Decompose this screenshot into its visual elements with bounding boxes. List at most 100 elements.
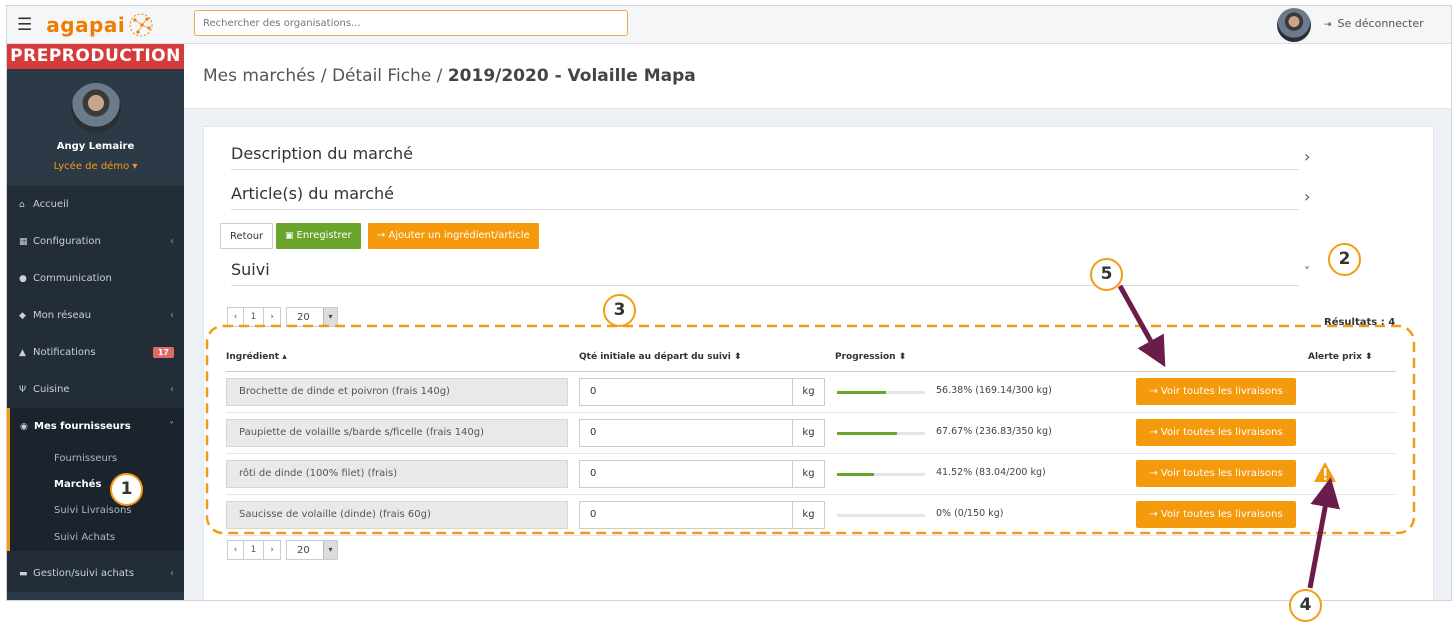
column-header-ingredient[interactable]: Ingrédient ▴ [226,352,287,362]
progress-bar-fill [837,391,887,394]
section-description-header[interactable]: Description du marché [231,144,1299,170]
users-icon: ◆ [19,310,26,321]
logo[interactable]: agapai [46,13,125,37]
save-button-label: Enregistrer [296,230,352,241]
chevron-down-icon: ▾ [323,541,337,559]
pager-next-button[interactable]: › [264,540,281,560]
chevron-down-icon: ▾ [323,308,337,326]
pagination-top: ‹ 1 › 20 ▾ [227,307,338,327]
sidebar-subitem-fournisseurs[interactable]: Fournisseurs [7,445,184,471]
progress-bar [837,391,925,394]
progress-bar [837,473,925,476]
page-header: Mes marchés / Détail Fiche / 2019/2020 -… [184,44,1451,109]
progress-text: 56.38% (169.14/300 kg) [936,385,1052,396]
section-articles-header[interactable]: Article(s) du marché [231,184,1299,210]
bank-icon: ▦ [19,236,28,247]
sidebar-item-notifications[interactable]: ▲ Notifications 17 [7,334,184,371]
progress-bar-fill [837,432,897,435]
section-suivi-header[interactable]: Suivi [231,260,1299,286]
ingredient-name-field: Paupiette de volaille s/barde s/ficelle … [226,419,568,447]
sidebar-item-configuration[interactable]: ▦ Configuration ‹ [7,223,184,260]
notification-count-badge: 17 [152,347,174,358]
sidebar-item-cuisine[interactable]: Ψ Cuisine ‹ [7,371,184,408]
view-deliveries-button[interactable]: → Voir toutes les livraisons [1136,378,1296,405]
hamburger-menu-icon[interactable]: ☰ [17,15,32,35]
chat-icon: ● [19,273,27,284]
table-row: Saucisse de volaille (dinde) (frais 60g)… [226,495,1396,536]
pager-next-button[interactable]: › [264,307,281,327]
sidebar-item-label: Cuisine [33,384,70,395]
sidebar-item-accueil[interactable]: ⌂ Accueil [7,186,184,223]
sidebar-item-gestion-suivi-achats[interactable]: ▬ Gestion/suivi achats ‹ [7,555,184,592]
user-avatar[interactable] [1277,8,1311,42]
sidebar-subitem-suivi-livraisons[interactable]: Suivi Livraisons [7,497,184,523]
ingredient-name-field: Saucisse de volaille (dinde) (frais 60g) [226,501,568,529]
per-page-select[interactable]: 20 ▾ [286,540,338,560]
warning-icon[interactable] [1313,461,1337,483]
logout-icon: ⇥ [1324,20,1332,30]
per-page-select[interactable]: 20 ▾ [286,307,338,327]
view-deliveries-button[interactable]: → Voir toutes les livraisons [1136,460,1296,487]
initial-qty-input[interactable]: 0 [579,460,793,488]
column-header-price-alert[interactable]: Alerte prix ⬍ [1308,352,1373,362]
unit-addon: kg [793,378,825,406]
sidebar-item-label: Communication [33,273,112,284]
progress-bar [837,514,925,517]
initial-qty-input[interactable]: 0 [579,501,793,529]
chevron-right-icon[interactable]: › [1304,187,1310,206]
chevron-left-icon: ‹ [170,568,174,579]
sidebar-subitem-marches[interactable]: Marchés [7,471,184,497]
logout-label: Se déconnecter [1337,17,1424,30]
column-header-qty[interactable]: Qté initiale au départ du suivi ⬍ [579,352,742,362]
eye-icon: ◉ [20,421,28,432]
sidebar-item-label: Gestion/suivi achats [33,568,135,579]
market-detail-card: Description du marché › Article(s) du ma… [203,126,1434,600]
pagination-bottom: ‹ 1 › 20 ▾ [227,540,338,560]
back-button[interactable]: Retour [220,223,274,249]
initial-qty-input[interactable]: 0 [579,378,793,406]
unit-addon: kg [793,501,825,529]
sidebar: ☰ agapai PREPRODUCTION Angy Lemaire Lycé… [7,6,184,600]
sidebar-item-mon-reseau[interactable]: ◆ Mon réseau ‹ [7,297,184,334]
home-icon: ⌂ [19,199,25,210]
user-name: Angy Lemaire [56,141,135,152]
view-deliveries-button[interactable]: → Voir toutes les livraisons [1136,501,1296,528]
progress-text: 67.67% (236.83/350 kg) [936,426,1052,437]
per-page-value: 20 [297,544,310,556]
chevron-down-icon: ˅ [169,421,174,432]
table-row: Brochette de dinde et poivron (frais 140… [226,372,1396,413]
initial-qty-input[interactable]: 0 [579,419,793,447]
user-avatar[interactable] [70,83,121,133]
sidebar-subitem-suivi-achats[interactable]: Suivi Achats [7,523,184,551]
cart-icon: ▬ [19,568,28,579]
add-ingredient-button[interactable]: → Ajouter un ingrédient/article [368,223,539,249]
view-deliveries-button[interactable]: → Voir toutes les livraisons [1136,419,1296,446]
column-header-progress[interactable]: Progression ⬍ [835,352,906,362]
pager-prev-button[interactable]: ‹ [227,307,244,327]
school-selector[interactable]: Lycée de démo ▾ [7,161,184,172]
organisation-search-input[interactable] [194,10,628,36]
top-bar: ⇥ Se déconnecter [184,6,1451,44]
pager-page-1[interactable]: 1 [244,540,264,560]
logo-bar: ☰ agapai [7,6,184,44]
floppy-disk-icon: ▣ [285,231,294,241]
breadcrumb: Mes marchés / Détail Fiche / 2019/2020 -… [203,66,696,86]
results-count: Résultats : 4 [1324,317,1396,328]
sidebar-item-label: Notifications [33,347,96,358]
sidebar-item-communication[interactable]: ● Communication [7,260,184,297]
pager-page-1[interactable]: 1 [244,307,264,327]
pager-prev-button[interactable]: ‹ [227,540,244,560]
per-page-value: 20 [297,311,310,323]
logo-network-icon [129,13,153,36]
progress-bar-fill [837,473,874,476]
ingredient-name-field: rôti de dinde (100% filet) (frais) [226,460,568,488]
logout-button[interactable]: ⇥ Se déconnecter [1324,17,1424,30]
user-profile: Angy Lemaire Lycée de démo ▾ [7,69,184,186]
breadcrumb-path[interactable]: Mes marchés / Détail Fiche / [203,66,448,86]
unit-addon: kg [793,419,825,447]
chevron-right-icon[interactable]: › [1304,147,1310,166]
save-button[interactable]: ▣ Enregistrer [276,223,361,249]
sidebar-item-mes-fournisseurs[interactable]: ◉ Mes fournisseurs ˅ [7,408,184,445]
environment-banner: PREPRODUCTION [7,44,184,69]
chevron-down-icon[interactable]: ˅ [1304,265,1310,279]
